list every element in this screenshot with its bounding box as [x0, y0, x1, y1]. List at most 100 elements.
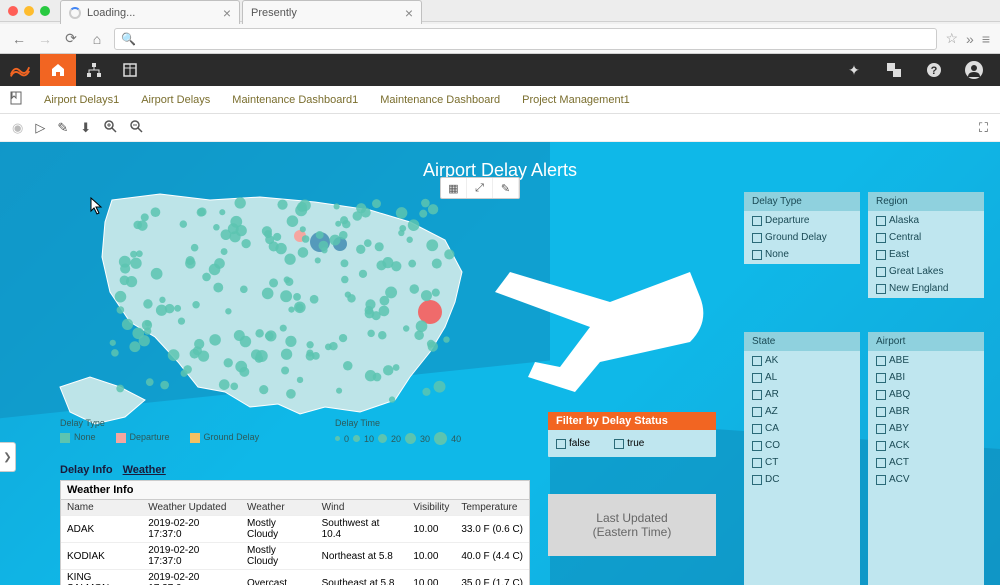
- side-expand-button[interactable]: ❯: [0, 442, 16, 472]
- forward-button[interactable]: →: [36, 30, 54, 48]
- bookmark-icon[interactable]: [10, 91, 22, 108]
- legend-title: Delay Time: [335, 418, 461, 428]
- filter-checkbox[interactable]: Central: [876, 232, 976, 243]
- checkbox-true[interactable]: true: [614, 438, 644, 449]
- table-row[interactable]: KING SALMON2019-02-20 17:37:0OvercastSou…: [61, 570, 529, 585]
- table-cell: Southwest at 10.4: [316, 516, 408, 543]
- edit-icon[interactable]: ✎: [57, 120, 68, 136]
- extensions-icon[interactable]: »: [966, 31, 974, 47]
- back-button[interactable]: ←: [10, 30, 28, 48]
- browser-chrome: Loading... × Presently × ← → ⟳ ⌂ 🔍 ☆ » ≡: [0, 0, 1000, 54]
- tab-delay-info[interactable]: Delay Info: [60, 464, 113, 476]
- legend-item: None: [60, 432, 96, 443]
- dashboard-canvas: ❯ Airport Delay Alerts ▦ ⤢ ✎ Delay Type …: [0, 142, 1000, 585]
- hierarchy-nav-button[interactable]: [76, 54, 112, 86]
- table-header[interactable]: Name: [61, 500, 142, 516]
- address-bar[interactable]: 🔍: [114, 28, 937, 50]
- zoom-in-icon[interactable]: [103, 119, 117, 136]
- filter-checkbox[interactable]: ABI: [876, 372, 976, 383]
- browser-menu-icon[interactable]: ≡: [982, 31, 990, 47]
- next-page-icon[interactable]: ▷: [35, 120, 45, 136]
- download-icon[interactable]: ⬇: [80, 120, 91, 136]
- table-cell: 35.0 F (1.7 C): [455, 570, 529, 585]
- filter-checkbox[interactable]: AZ: [752, 406, 852, 417]
- table-cell: Northeast at 5.8: [316, 543, 408, 570]
- browser-tab[interactable]: Loading... ×: [60, 0, 240, 24]
- home-button[interactable]: ⌂: [88, 30, 106, 48]
- breadcrumb-link[interactable]: Maintenance Dashboard1: [232, 94, 358, 106]
- bookmark-icon[interactable]: ☆: [945, 30, 958, 47]
- breadcrumb-link[interactable]: Airport Delays1: [44, 94, 119, 106]
- breadcrumb-link[interactable]: Project Management1: [522, 94, 630, 106]
- filter-checkbox[interactable]: ABR: [876, 406, 976, 417]
- filter-checkbox[interactable]: DC: [752, 474, 852, 485]
- table-header[interactable]: Visibility: [407, 500, 455, 516]
- table-caption: Weather Info: [61, 481, 529, 500]
- table-cell: Mostly Cloudy: [241, 516, 316, 543]
- breadcrumb-link[interactable]: Maintenance Dashboard: [380, 94, 500, 106]
- panel-header: Delay Type: [744, 192, 860, 211]
- prev-page-icon[interactable]: ◉: [12, 120, 23, 136]
- filter-checkbox[interactable]: ACV: [876, 474, 976, 485]
- state-panel: State AKALARAZCACOCTDC: [744, 332, 860, 585]
- table-header[interactable]: Wind: [316, 500, 408, 516]
- delay-time-legend: Delay Time 0 10 20 30 40: [335, 418, 461, 445]
- filter-checkbox[interactable]: ABY: [876, 423, 976, 434]
- tab-weather[interactable]: Weather: [123, 464, 166, 476]
- filter-checkbox[interactable]: ABQ: [876, 389, 976, 400]
- delay-type-panel: Delay Type Departure Ground Delay None: [744, 192, 860, 264]
- table-cell: KODIAK: [61, 543, 142, 570]
- filter-checkbox[interactable]: New England: [876, 283, 976, 294]
- filter-checkbox[interactable]: Alaska: [876, 215, 976, 226]
- filter-checkbox[interactable]: ACT: [876, 457, 976, 468]
- filter-checkbox[interactable]: CA: [752, 423, 852, 434]
- browser-tab[interactable]: Presently ×: [242, 0, 422, 24]
- checkbox-false[interactable]: false: [556, 438, 590, 449]
- table-header[interactable]: Weather Updated: [142, 500, 241, 516]
- filter-checkbox[interactable]: AR: [752, 389, 852, 400]
- tab-label: Loading...: [87, 7, 135, 19]
- filter-checkbox[interactable]: Great Lakes: [876, 266, 976, 277]
- app-logo: [0, 54, 40, 86]
- breadcrumb-link[interactable]: Airport Delays: [141, 94, 210, 106]
- delay-type-legend: Delay Type None Departure Ground Delay: [60, 418, 259, 443]
- fullscreen-icon[interactable]: ⛶: [979, 120, 988, 136]
- table-cell: 33.0 F (0.6 C): [455, 516, 529, 543]
- table-cell: 2019-02-20 17:37:0: [142, 543, 241, 570]
- table-cell: KING SALMON: [61, 570, 142, 585]
- filter-checkbox[interactable]: East: [876, 249, 976, 260]
- table-header[interactable]: Temperature: [455, 500, 529, 516]
- filter-checkbox[interactable]: Ground Delay: [752, 232, 852, 243]
- home-nav-button[interactable]: [40, 54, 76, 86]
- svg-text:?: ?: [931, 65, 938, 77]
- user-avatar-icon[interactable]: [956, 54, 992, 86]
- filter-checkbox[interactable]: AK: [752, 355, 852, 366]
- sparkle-icon[interactable]: ✦: [836, 54, 872, 86]
- filter-checkbox[interactable]: ABE: [876, 355, 976, 366]
- filter-checkbox[interactable]: CT: [752, 457, 852, 468]
- table-cell: 2019-02-20 17:37:0: [142, 516, 241, 543]
- browser-tabs: Loading... × Presently ×: [0, 0, 1000, 24]
- updated-line2: (Eastern Time): [593, 525, 672, 539]
- translate-icon[interactable]: [876, 54, 912, 86]
- tab-label: Presently: [251, 7, 297, 19]
- table-row[interactable]: ADAK2019-02-20 17:37:0Mostly CloudySouth…: [61, 516, 529, 543]
- reload-button[interactable]: ⟳: [62, 30, 80, 48]
- filter-checkbox[interactable]: ACK: [876, 440, 976, 451]
- search-icon: 🔍: [121, 32, 136, 46]
- zoom-out-icon[interactable]: [129, 119, 143, 136]
- filter-checkbox[interactable]: None: [752, 249, 852, 260]
- help-icon[interactable]: ?: [916, 54, 952, 86]
- table-cell: Southeast at 5.8: [316, 570, 408, 585]
- table-header[interactable]: Weather: [241, 500, 316, 516]
- filter-checkbox[interactable]: AL: [752, 372, 852, 383]
- filter-checkbox[interactable]: CO: [752, 440, 852, 451]
- tab-close-icon[interactable]: ×: [405, 5, 413, 21]
- panel-header: Airport: [868, 332, 984, 351]
- us-map[interactable]: [50, 182, 500, 442]
- table-row[interactable]: KODIAK2019-02-20 17:37:0Mostly CloudyNor…: [61, 543, 529, 570]
- library-nav-button[interactable]: [112, 54, 148, 86]
- filter-checkbox[interactable]: Departure: [752, 215, 852, 226]
- tab-close-icon[interactable]: ×: [223, 5, 231, 21]
- table-cell: ADAK: [61, 516, 142, 543]
